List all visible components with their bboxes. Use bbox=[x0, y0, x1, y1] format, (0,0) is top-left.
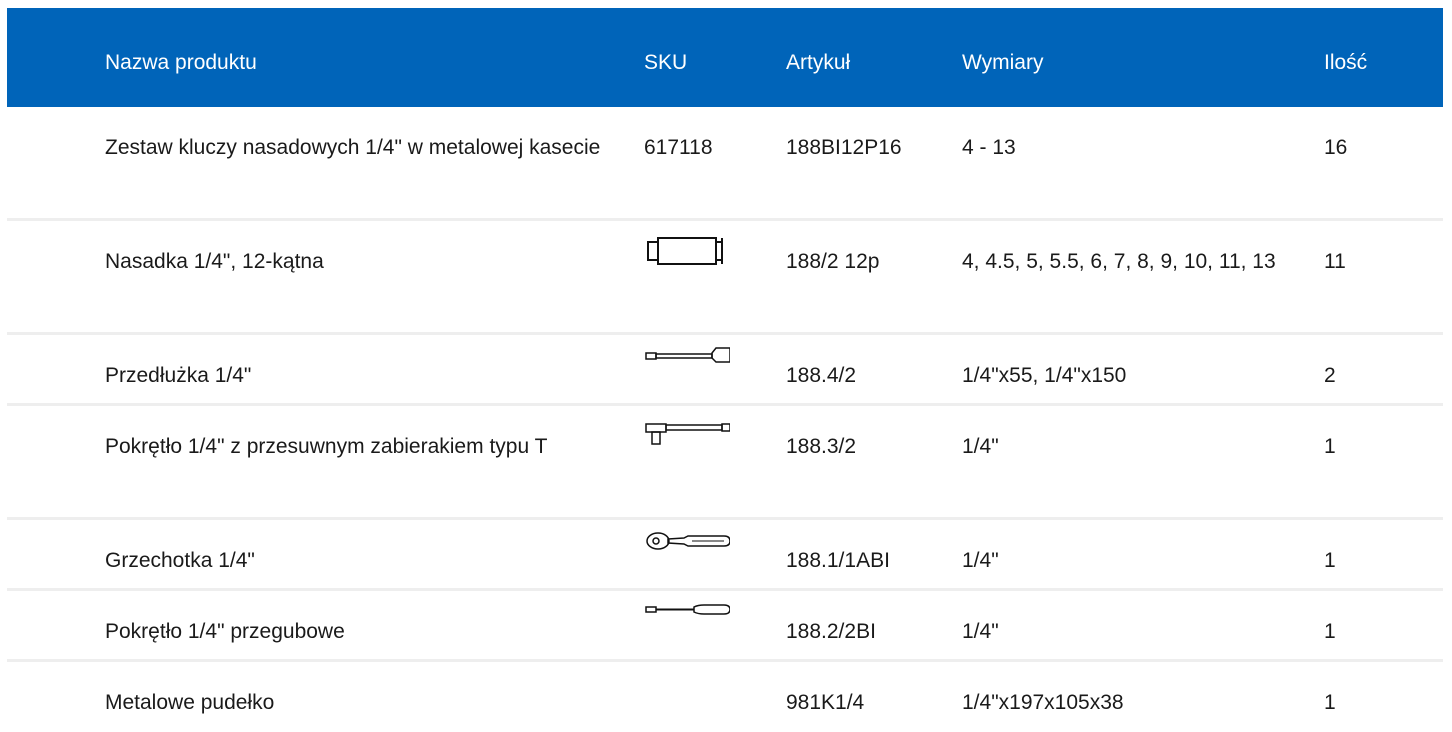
table-row: Metalowe pudełko 981K1/4 1/4"x197x105x38… bbox=[7, 662, 1443, 732]
product-name: Pokrętło 1/4" przegubowe bbox=[105, 620, 345, 643]
product-article: 188.2/2BI bbox=[786, 620, 876, 643]
product-quantity: 2 bbox=[1324, 364, 1336, 387]
table-row: Przedłużka 1/4" 188.4/2 1/4"x55, 1/4"x15… bbox=[7, 335, 1443, 406]
header-article: Artykuł bbox=[786, 51, 851, 74]
product-quantity: 1 bbox=[1324, 549, 1336, 572]
product-article: 188.4/2 bbox=[786, 364, 857, 387]
t-handle-icon bbox=[644, 415, 730, 459]
table-header: Nazwa produktu SKU Artykuł Wymiary Ilość bbox=[7, 8, 1443, 107]
table-row: Nasadka 1/4", 12-kątna 188/2 12p 4, 4.5,… bbox=[7, 221, 1443, 335]
table-row: Zestaw kluczy nasadowych 1/4" w metalowe… bbox=[7, 107, 1443, 221]
product-quantity: 11 bbox=[1324, 250, 1346, 273]
product-name: Przedłużka 1/4" bbox=[105, 364, 252, 387]
product-quantity: 1 bbox=[1324, 691, 1336, 714]
table-row: Grzechotka 1/4" 188.1/1ABI 1/4" 1 bbox=[7, 520, 1443, 591]
product-dimensions: 1/4" bbox=[962, 549, 999, 572]
hinged-handle-icon bbox=[644, 600, 730, 644]
extension-bar-icon bbox=[644, 344, 730, 388]
product-dimensions: 1/4" bbox=[962, 435, 999, 458]
product-name: Nasadka 1/4", 12-kątna bbox=[105, 250, 324, 273]
product-article: 188.1/1ABI bbox=[786, 549, 890, 572]
socket-icon bbox=[644, 230, 730, 274]
product-dimensions: 4 - 13 bbox=[962, 136, 1016, 159]
product-article: 188/2 12p bbox=[786, 250, 880, 273]
product-dimensions: 4, 4.5, 5, 5.5, 6, 7, 8, 9, 10, 11, 13 bbox=[962, 250, 1276, 273]
product-quantity: 16 bbox=[1324, 136, 1348, 159]
header-sku: SKU bbox=[644, 51, 688, 74]
product-dimensions: 1/4"x55, 1/4"x150 bbox=[962, 364, 1127, 387]
product-quantity: 1 bbox=[1324, 435, 1336, 458]
ratchet-icon bbox=[644, 529, 730, 573]
product-sku: 617118 bbox=[644, 136, 713, 159]
product-name: Pokrętło 1/4" z przesuwnym zabierakiem t… bbox=[105, 435, 548, 458]
header-dimensions: Wymiary bbox=[962, 51, 1044, 74]
header-quantity: Ilość bbox=[1324, 51, 1368, 74]
product-name: Grzechotka 1/4" bbox=[105, 549, 255, 572]
table-row: Pokrętło 1/4" z przesuwnym zabierakiem t… bbox=[7, 406, 1443, 520]
product-table: Nazwa produktu SKU Artykuł Wymiary Ilość… bbox=[7, 8, 1443, 732]
header-product-name: Nazwa produktu bbox=[105, 51, 257, 74]
product-quantity: 1 bbox=[1324, 620, 1336, 643]
product-article: 188.3/2 bbox=[786, 435, 857, 458]
product-article: 188BI12P16 bbox=[786, 136, 902, 159]
product-article: 981K1/4 bbox=[786, 691, 865, 714]
product-name: Zestaw kluczy nasadowych 1/4" w metalowe… bbox=[105, 136, 601, 159]
product-dimensions: 1/4" bbox=[962, 620, 999, 643]
table-row: Pokrętło 1/4" przegubowe 188.2/2BI 1/4" … bbox=[7, 591, 1443, 662]
product-dimensions: 1/4"x197x105x38 bbox=[962, 691, 1124, 714]
product-name: Metalowe pudełko bbox=[105, 691, 275, 714]
